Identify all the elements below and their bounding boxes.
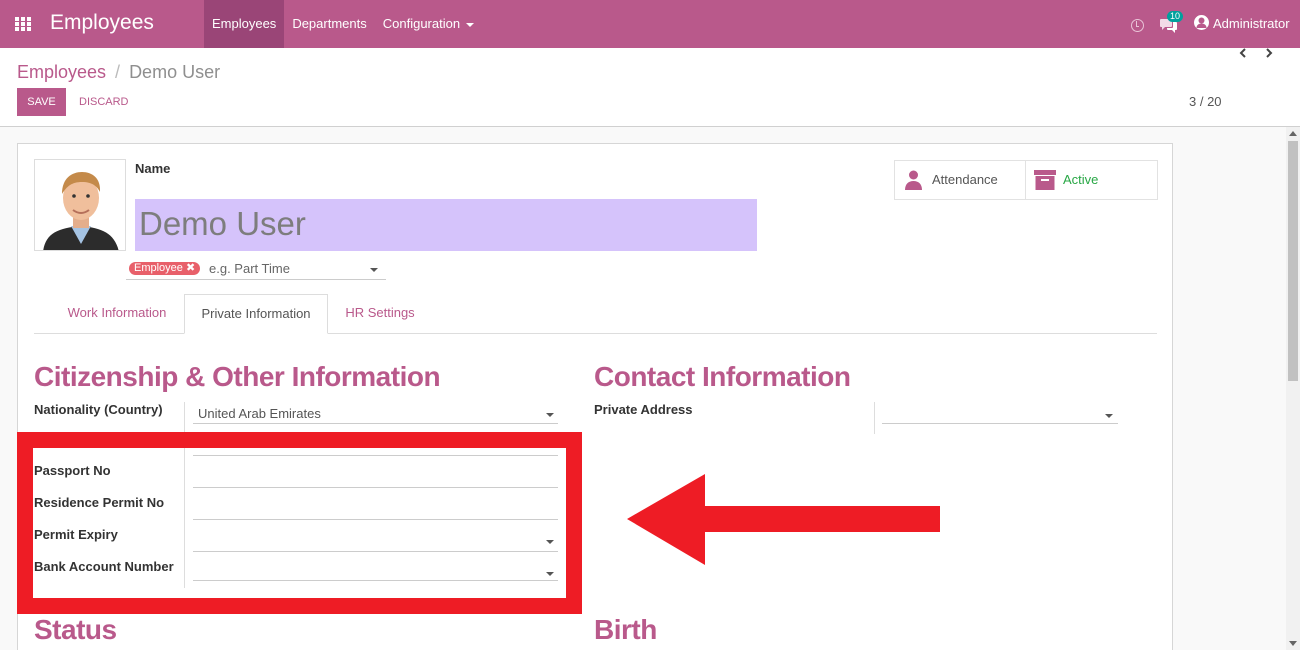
discard-button[interactable]: Discard [79,88,129,116]
chevron-down-icon[interactable] [1105,414,1113,418]
attendance-button[interactable]: Attendance [895,161,1026,199]
top-navbar: Employees Employees Departments Configur… [0,0,1300,48]
nationality-label: Nationality (Country) [34,402,163,417]
chevron-down-icon [466,22,475,27]
employee-avatar[interactable] [34,159,126,251]
archive-icon [1034,170,1056,190]
tag-label: Employee [134,262,183,274]
nationality-value: United Arab Emirates [198,406,321,421]
control-panel: Employees / Demo User Save Discard 3 / 20 [0,48,1300,127]
chevron-left-icon[interactable] [1238,48,1248,58]
active-toggle-button[interactable]: Active [1026,161,1157,199]
employee-name-input[interactable]: Demo User [135,199,757,251]
person-icon [905,170,922,190]
clock-icon[interactable] [1131,19,1144,32]
tags-field[interactable]: Employee ✖ e.g. Part Time [126,260,386,280]
chevron-down-icon[interactable] [546,413,554,417]
breadcrumb: Employees / Demo User [17,62,220,83]
active-label: Active [1063,172,1099,187]
field-separator [874,402,875,434]
scrollbar-thumb[interactable] [1288,141,1298,381]
chat-count-badge: 10 [1167,11,1184,22]
name-label: Name [135,161,171,176]
attendance-label: Attendance [932,172,998,187]
menu-configuration-label: Configuration [382,16,461,31]
status-section-title: Status [34,614,117,645]
pager-value[interactable]: 3 / 20 [1189,94,1222,109]
apps-grid-icon[interactable] [15,17,31,31]
smart-buttons: Attendance Active [894,160,1158,200]
breadcrumb-current: Demo User [129,62,221,82]
breadcrumb-employees[interactable]: Employees [17,62,106,82]
user-icon[interactable] [1194,15,1209,30]
tab-private-information[interactable]: Private Information [184,294,328,334]
close-icon[interactable]: ✖ [186,262,195,274]
tags-placeholder: e.g. Part Time [209,261,290,276]
private-address-field[interactable] [882,404,1118,424]
scroll-up-icon[interactable] [1289,131,1297,136]
notebook-tabs: Work Information Private Information HR … [34,294,1157,334]
scroll-down-icon[interactable] [1289,641,1297,646]
breadcrumb-separator: / [115,62,121,82]
menu-employees[interactable]: Employees [204,0,285,48]
citizenship-section-title: Citizenship & Other Information [34,361,441,392]
page-scrollbar[interactable] [1286,127,1300,650]
save-button[interactable]: Save [17,88,66,116]
menu-configuration[interactable]: Configuration [375,0,482,48]
tab-hr-settings[interactable]: HR Settings [330,294,430,334]
birth-section-title: Birth [594,614,657,645]
user-name[interactable]: Administrator [1213,16,1290,31]
chevron-down-icon[interactable] [370,268,378,272]
contact-section-title: Contact Information [594,361,851,392]
tab-work-information[interactable]: Work Information [51,294,183,334]
annotation-arrow-icon [627,474,940,565]
main-menu: Employees Departments Configuration [204,0,482,48]
private-address-label: Private Address [594,402,693,417]
app-title: Employees [50,11,154,34]
menu-departments[interactable]: Departments [284,0,374,48]
chevron-right-icon[interactable] [1264,48,1274,58]
tag-employee[interactable]: Employee ✖ [129,262,201,275]
annotation-highlight-box [17,432,582,614]
